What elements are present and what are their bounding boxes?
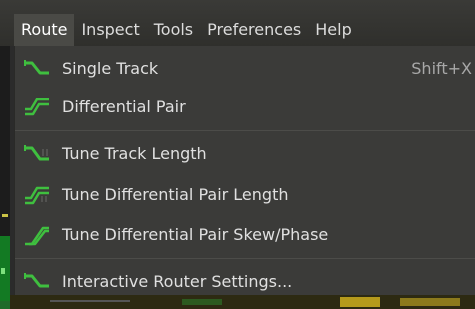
single-track-icon (23, 60, 51, 80)
menu-item-label: Interactive Router Settings... (62, 272, 293, 291)
menu-item-label: Tune Differential Pair Length (62, 185, 289, 204)
menu-item-single-track[interactable]: Single Track Shift+X (15, 52, 475, 86)
differential-pair-icon (23, 97, 51, 118)
shortcut-label: Shift+X (411, 59, 472, 78)
menu-inspect[interactable]: Inspect (74, 14, 146, 46)
menu-tools[interactable]: Tools (147, 14, 200, 46)
menu-separator (15, 130, 475, 131)
pcb-canvas-left-edge (0, 46, 10, 309)
menu-item-tune-track-length[interactable]: Tune Track Length (15, 137, 475, 171)
menu-item-label: Differential Pair (62, 97, 186, 116)
pcb-trace (182, 299, 222, 305)
menu-item-router-settings[interactable]: Interactive Router Settings... (15, 265, 475, 299)
menu-help[interactable]: Help (308, 14, 358, 46)
pcb-trace (0, 301, 10, 309)
pcb-editor-window: Route Inspect Tools Preferences Help Sin… (0, 0, 475, 309)
route-dropdown-menu: Single Track Shift+X Differential Pair T… (14, 46, 475, 295)
pcb-trace (50, 300, 130, 302)
menu-route[interactable]: Route (14, 14, 75, 46)
menu-item-tune-diff-pair-skew[interactable]: Tune Differential Pair Skew/Phase (15, 218, 475, 252)
menu-preferences[interactable]: Preferences (200, 14, 308, 46)
pcb-pad (400, 298, 460, 306)
menu-item-label: Single Track (62, 59, 159, 78)
menubar: Route Inspect Tools Preferences Help (0, 0, 475, 46)
menubar-items: Route Inspect Tools Preferences Help (14, 14, 359, 46)
tune-track-length-icon (23, 145, 51, 165)
menu-item-label: Tune Differential Pair Skew/Phase (62, 225, 329, 244)
pcb-pad (1, 268, 5, 274)
pcb-trace (2, 214, 8, 217)
menu-separator (15, 258, 475, 259)
router-settings-icon (23, 273, 51, 293)
tune-diff-pair-length-icon (23, 186, 51, 206)
menu-item-tune-diff-pair-length[interactable]: Tune Differential Pair Length (15, 178, 475, 212)
menu-item-differential-pair[interactable]: Differential Pair (15, 90, 475, 124)
menu-item-label: Tune Track Length (62, 144, 207, 163)
tune-diff-pair-skew-icon (23, 226, 51, 246)
